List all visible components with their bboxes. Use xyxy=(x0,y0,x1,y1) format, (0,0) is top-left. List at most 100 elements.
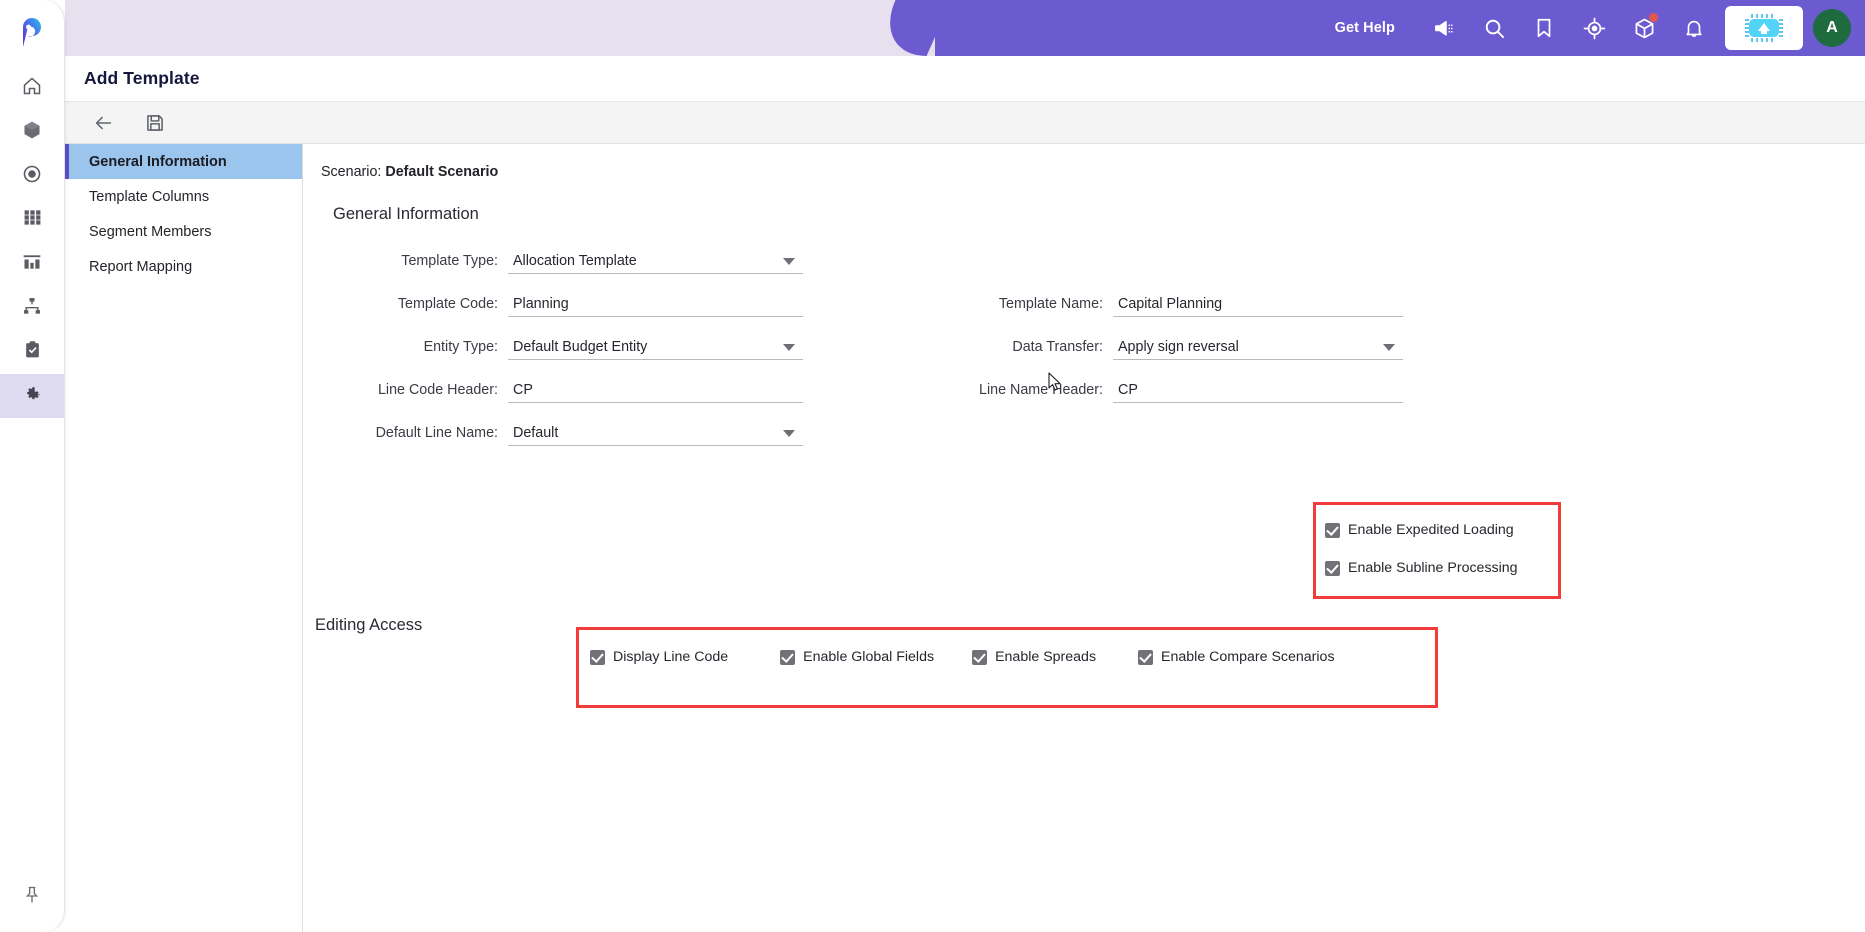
checkbox-checked-icon[interactable] xyxy=(1325,522,1340,538)
scenario-label: Scenario: xyxy=(321,164,382,180)
checkbox-row-enable-spreads[interactable]: Enable Spreads xyxy=(972,649,1096,665)
editing-access-heading: Editing Access xyxy=(315,616,423,634)
field-value: CP xyxy=(1118,382,1138,398)
field-value: Capital Planning xyxy=(1118,296,1223,312)
target-icon[interactable] xyxy=(1569,0,1619,56)
sidebar-item-scenarios[interactable] xyxy=(0,154,64,198)
chevron-down-icon xyxy=(783,430,795,437)
form-columns: Template Type: Allocation Template Templ… xyxy=(321,240,1865,455)
pin-icon xyxy=(22,884,42,911)
sidebar-item-segment-members[interactable]: Segment Members xyxy=(65,214,302,249)
checkbox-row-enable-global-fields[interactable]: Enable Global Fields xyxy=(780,649,934,665)
field-value: Default xyxy=(513,425,559,441)
clipboard-check-icon xyxy=(23,340,42,364)
announcement-icon[interactable] xyxy=(1419,0,1469,56)
top-header-actions: Get Help A xyxy=(935,0,1865,56)
checkbox-label: Enable Expedited Loading xyxy=(1348,522,1514,538)
sidebar-item-home[interactable] xyxy=(0,66,64,110)
checkbox-row-subline-processing[interactable]: Enable Subline Processing xyxy=(1325,549,1551,587)
save-button[interactable] xyxy=(141,109,169,137)
checkbox-checked-icon[interactable] xyxy=(780,649,796,665)
top-header-bar: Get Help A xyxy=(65,0,1865,56)
form-content: Scenario: Default Scenario General Infor… xyxy=(303,144,1865,932)
page-title-bar: Add Template xyxy=(65,56,1865,102)
left-icon-rail xyxy=(0,0,65,932)
section-nav: General Information Template Columns Seg… xyxy=(65,144,303,932)
scenario-value: Default Scenario xyxy=(385,164,499,180)
sidebar-item-tasks[interactable] xyxy=(0,330,64,374)
sidebar-item-general-information[interactable]: General Information xyxy=(65,144,302,179)
chevron-down-icon xyxy=(783,258,795,265)
data-transfer-select[interactable]: Apply sign reversal xyxy=(1113,335,1403,360)
search-icon[interactable] xyxy=(1469,0,1519,56)
sidebar-item-pin[interactable] xyxy=(0,862,64,932)
default-line-name-select[interactable]: Default xyxy=(508,421,803,446)
cube-icon xyxy=(22,120,42,145)
bookmark-icon[interactable] xyxy=(1519,0,1569,56)
get-help-link[interactable]: Get Help xyxy=(1335,20,1395,36)
highlight-box-editing-access xyxy=(576,627,1438,708)
field-value: CP xyxy=(513,382,533,398)
sidebar-item-hierarchy[interactable] xyxy=(0,286,64,330)
checkbox-checked-icon[interactable] xyxy=(590,649,605,665)
avatar[interactable]: A xyxy=(1813,9,1851,47)
target-dot-icon xyxy=(22,164,42,189)
action-toolbar xyxy=(65,102,1865,144)
field-row-entity-type: Entity Type: Default Budget Entity xyxy=(333,326,803,369)
field-row-template-code: Template Code: Planning xyxy=(333,283,803,326)
sidebar-item-grids[interactable] xyxy=(0,198,64,242)
home-icon xyxy=(22,76,42,101)
package-icon[interactable] xyxy=(1619,0,1669,56)
checkbox-label: Enable Subline Processing xyxy=(1348,560,1518,576)
field-value: Apply sign reversal xyxy=(1118,339,1239,355)
line-name-header-input[interactable]: CP xyxy=(1113,378,1403,403)
chip-logo[interactable] xyxy=(1725,6,1803,50)
sidebar-item-report-mapping[interactable]: Report Mapping xyxy=(65,249,302,284)
planful-logo[interactable] xyxy=(0,0,64,66)
template-flags-group: Enable Expedited Loading Enable Subline … xyxy=(1325,511,1551,587)
sidebar-item-structures[interactable] xyxy=(0,110,64,154)
field-label: Entity Type: xyxy=(423,339,498,355)
checkbox-checked-icon[interactable] xyxy=(972,649,988,665)
sidebar-item-reports[interactable] xyxy=(0,242,64,286)
scenario-line: Scenario: Default Scenario xyxy=(321,164,1865,180)
chevron-down-icon xyxy=(783,344,795,351)
field-row-spacer xyxy=(933,240,1403,283)
line-code-header-input[interactable]: CP xyxy=(508,378,803,403)
checkbox-checked-icon[interactable] xyxy=(1138,649,1154,665)
checkbox-row-display-line-code[interactable]: Display Line Code xyxy=(590,649,728,665)
entity-type-select[interactable]: Default Budget Entity xyxy=(508,335,803,360)
gear-icon xyxy=(23,384,42,408)
template-code-input[interactable]: Planning xyxy=(508,292,803,317)
checkbox-row-enable-compare-scenarios[interactable]: Enable Compare Scenarios xyxy=(1138,649,1335,665)
checkbox-label: Enable Spreads xyxy=(995,649,1097,665)
field-row-template-type: Template Type: Allocation Template xyxy=(333,240,803,283)
sidebar-item-template-columns[interactable]: Template Columns xyxy=(65,179,302,214)
nav-label: General Information xyxy=(89,153,227,170)
field-row-default-line-name: Default Line Name: Default xyxy=(333,412,803,455)
field-label: Template Name: xyxy=(998,296,1103,312)
field-label: Data Transfer: xyxy=(1012,339,1103,355)
page-body: General Information Template Columns Seg… xyxy=(65,144,1865,932)
back-button[interactable] xyxy=(89,109,117,137)
field-value: Default Budget Entity xyxy=(513,339,648,355)
field-label: Line Name Header: xyxy=(979,382,1103,398)
field-value: Allocation Template xyxy=(513,253,637,269)
form-column-left: Template Type: Allocation Template Templ… xyxy=(333,240,803,455)
field-label: Line Code Header: xyxy=(377,382,498,398)
general-information-heading: General Information xyxy=(333,205,479,223)
notifications-bell-icon[interactable] xyxy=(1669,0,1719,56)
checkbox-label: Enable Compare Scenarios xyxy=(1161,649,1335,665)
sidebar-item-maintenance[interactable] xyxy=(0,374,64,418)
template-type-select[interactable]: Allocation Template xyxy=(508,249,803,274)
checkbox-row-expedited-loading[interactable]: Enable Expedited Loading xyxy=(1325,511,1551,549)
main-region: Get Help A Add Template General Informat… xyxy=(65,0,1865,932)
editing-access-group: Display Line Code Enable Global Fields E… xyxy=(590,649,1335,665)
checkbox-checked-icon[interactable] xyxy=(1325,560,1340,576)
package-notification-badge xyxy=(1649,13,1658,22)
rail-item-list xyxy=(0,66,64,418)
top-header-left-space xyxy=(65,0,935,56)
field-label: Template Type: xyxy=(401,253,498,269)
template-name-input[interactable]: Capital Planning xyxy=(1113,292,1403,317)
field-row-line-name-header: Line Name Header: CP xyxy=(933,369,1403,412)
